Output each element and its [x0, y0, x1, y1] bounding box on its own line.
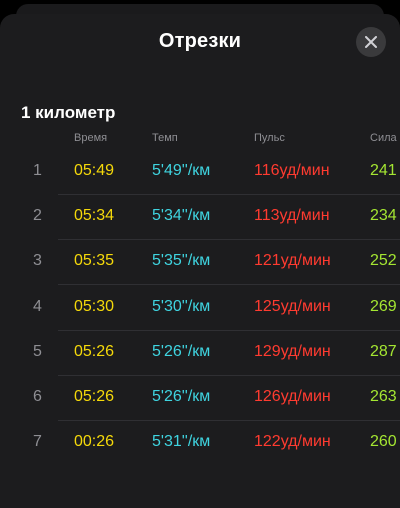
split-pace: 5'35''/км: [152, 252, 211, 270]
table-row[interactable]: 3 05:35 5'35''/км 121уд/мин 252: [0, 240, 400, 286]
split-power: 287: [370, 342, 397, 360]
split-heart-rate: 125уд/мин: [254, 297, 331, 315]
split-index: 1: [33, 162, 42, 179]
split-power: 269: [370, 297, 397, 315]
split-time: 05:34: [74, 207, 115, 225]
split-pace: 5'31''/км: [152, 433, 211, 451]
split-power: 260: [370, 433, 397, 451]
table-row[interactable]: 6 05:26 5'26''/км 126уд/мин 263: [0, 376, 400, 421]
split-pace: 5'49''/км: [152, 162, 211, 179]
split-index: 4: [33, 297, 42, 315]
split-power: 252: [370, 252, 397, 270]
split-pace: 5'26''/км: [152, 342, 211, 360]
close-button[interactable]: [356, 27, 386, 57]
split-index: 7: [33, 433, 42, 451]
table-row[interactable]: 2 05:34 5'34''/км 113уд/мин 234: [0, 195, 400, 241]
close-icon: [365, 36, 377, 48]
split-index: 6: [33, 388, 42, 405]
split-heart-rate: 113уд/мин: [254, 207, 330, 225]
column-header-heart-rate: Пульс: [254, 132, 285, 144]
split-time: 05:49: [74, 162, 115, 179]
sheet-title: Отрезки: [158, 30, 242, 52]
split-time: 05:26: [74, 388, 115, 405]
column-header-power: Сила: [370, 132, 397, 144]
column-header-pace: Темп: [152, 132, 178, 144]
split-power: 263: [370, 388, 397, 405]
table-row[interactable]: 5 05:26 5'26''/км 129уд/мин 287: [0, 331, 400, 376]
split-time: 05:26: [74, 342, 115, 360]
split-pace: 5'30''/км: [152, 297, 211, 315]
split-heart-rate: 126уд/мин: [254, 388, 331, 405]
split-heart-rate: 129уд/мин: [254, 342, 331, 360]
split-time: 00:26: [74, 433, 115, 451]
split-index: 5: [33, 342, 42, 360]
split-index: 3: [33, 252, 42, 270]
split-heart-rate: 122уд/мин: [254, 433, 331, 451]
split-power: 241: [370, 162, 397, 179]
split-power: 234: [370, 207, 397, 225]
split-index: 2: [33, 207, 42, 225]
split-pace: 5'34''/км: [152, 207, 211, 225]
split-time: 05:30: [74, 297, 115, 315]
table-row[interactable]: 7 00:26 5'31''/км 122уд/мин 260: [0, 421, 400, 466]
split-heart-rate: 121уд/мин: [254, 252, 331, 270]
table-row[interactable]: 4 05:30 5'30''/км 125уд/мин 269: [0, 286, 400, 331]
split-pace: 5'26''/км: [152, 388, 211, 405]
column-header-time: Время: [74, 132, 108, 144]
table-row[interactable]: 1 05:49 5'49''/км 116уд/мин 241: [0, 150, 400, 195]
section-title: 1 километр: [21, 103, 116, 122]
split-time: 05:35: [74, 252, 115, 270]
splits-sheet: Отрезки 1 километр Время Темп Пульс Сила…: [0, 14, 400, 508]
split-heart-rate: 116уд/мин: [254, 162, 330, 179]
